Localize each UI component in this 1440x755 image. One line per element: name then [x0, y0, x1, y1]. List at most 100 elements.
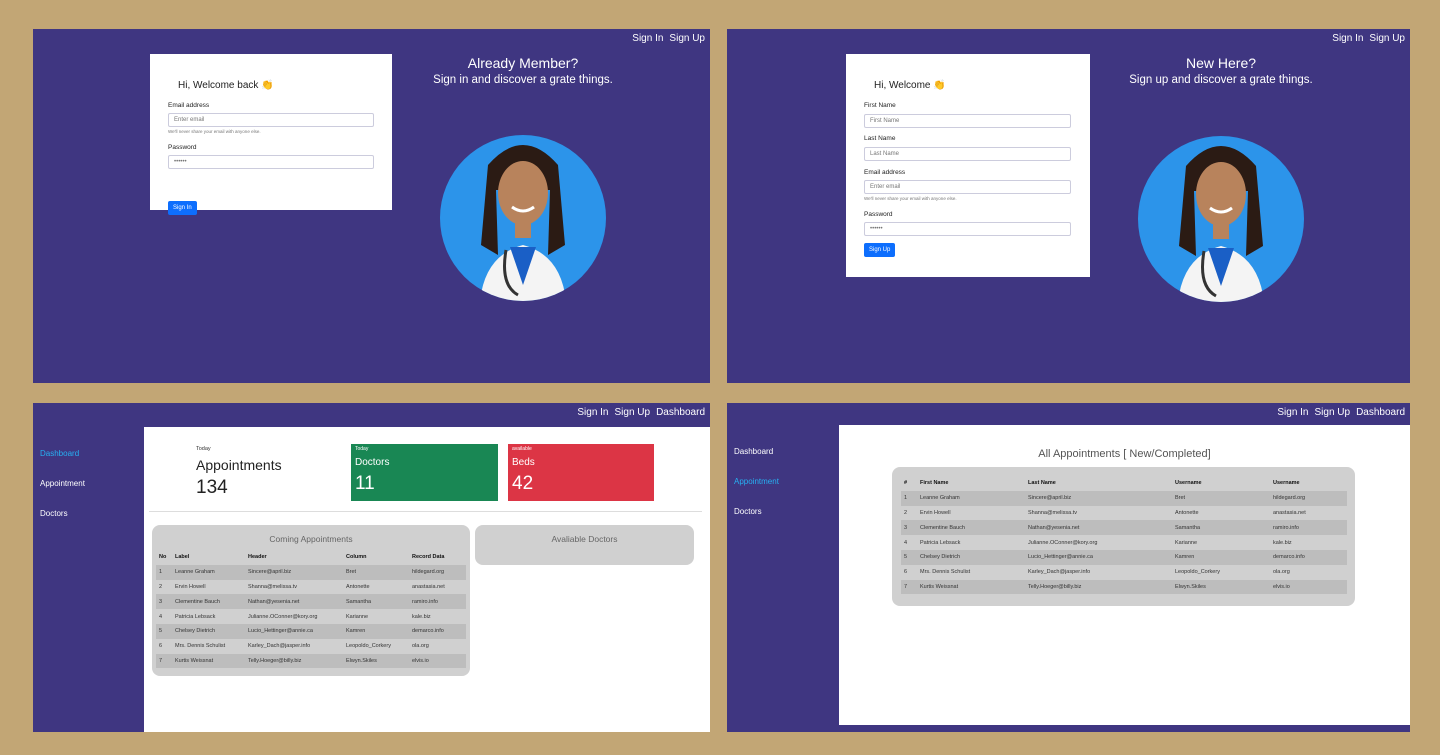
table-cell: ramiro.info: [1270, 520, 1347, 536]
table-cell: Sincere@april.biz: [1025, 490, 1172, 506]
nav-sign-in-link[interactable]: Sign In: [1277, 407, 1308, 418]
table-row[interactable]: 3 Clementine Bauch Nathan@yesenia.net Saman…: [156, 594, 466, 610]
table-cell: Kamren: [343, 623, 409, 639]
table-cell: Bret: [1172, 490, 1270, 506]
divider: [149, 511, 702, 512]
column-header: Last Name: [1028, 480, 1056, 487]
coming-appointments-table: No Label Header Column Record Data 1 Leanne G…: [156, 550, 466, 669]
nav-sign-up-link[interactable]: Sign Up: [1315, 407, 1351, 418]
table-cell: kale.biz: [412, 613, 431, 620]
doctors-count: 11: [355, 473, 375, 494]
coming-appointments-panel: Coming Appointments No Label Header Column R…: [152, 525, 470, 676]
sidebar-item-dashboard[interactable]: Dashboard: [734, 447, 773, 456]
email-field[interactable]: Enter email: [864, 180, 1071, 194]
table-cell: Julianne.OConner@kory.org: [248, 613, 318, 620]
nav-sign-up-link[interactable]: Sign Up: [1369, 33, 1405, 44]
table-row[interactable]: 2 Ervin Howell Shanna@melissa.tv Antonette a…: [901, 506, 1347, 521]
table-row[interactable]: 1 Leanne Graham Sincere@april.biz Bret hilde…: [156, 564, 466, 580]
sidebar: Dashboard Appointment Doctors: [727, 403, 837, 732]
sign-in-button[interactable]: Sign In: [168, 201, 197, 215]
appointments-table: # First Name Last Name Username Username 1 Le…: [901, 476, 1347, 595]
table-row[interactable]: 7 Kurtis Weissnat Telly.Hoeger@billy.biz El…: [156, 653, 466, 669]
nav-sign-in-link[interactable]: Sign In: [1332, 33, 1363, 44]
table-row[interactable]: 1 Leanne Graham Sincere@april.biz Bret hilde…: [901, 490, 1347, 506]
table-row[interactable]: 3 Clementine Bauch Nathan@yesenia.net Saman…: [901, 520, 1347, 536]
email-help-text: We'll never share your email with anyone…: [168, 129, 261, 134]
password-field[interactable]: ••••••: [864, 222, 1071, 236]
sidebar-item-dashboard[interactable]: Dashboard: [40, 449, 79, 458]
signin-hero: Already Member? Sign in and discover a g…: [393, 55, 653, 86]
column-header: Record Data: [412, 554, 445, 561]
password-field[interactable]: ••••••: [168, 155, 374, 169]
column-header: Username: [1175, 480, 1202, 487]
table-row[interactable]: 5 Chelsey Dietrich Lucio_Hettinger@annie.c…: [901, 549, 1347, 565]
available-doctors-panel: Avaliable Doctors: [475, 525, 694, 565]
table-cell: Samantha: [343, 594, 409, 610]
sidebar-item-appointment[interactable]: Appointment: [734, 477, 779, 486]
password-label: Password: [168, 144, 197, 151]
table-cell: 6: [904, 569, 908, 576]
nav-sign-up-link[interactable]: Sign Up: [669, 33, 705, 44]
last-name-label: Last Name: [864, 135, 896, 142]
table-cell: Antonette: [1175, 509, 1199, 516]
table-cell: Clementine Bauch: [917, 520, 1025, 536]
table-cell: 4: [159, 613, 163, 620]
table-cell: Bret: [343, 564, 409, 580]
column-header: Username: [1273, 480, 1300, 487]
table-row[interactable]: 2 Ervin Howell Shanna@melissa.tv Antonette a…: [156, 580, 466, 595]
beds-card: available Beds 42: [508, 444, 654, 501]
table-cell: 3: [156, 594, 172, 610]
table-cell: Ervin Howell: [175, 583, 206, 590]
table-cell: Mrs. Dennis Schulist: [175, 643, 226, 650]
sidebar: Dashboard Appointment Doctors: [33, 403, 143, 732]
nav-dashboard-link[interactable]: Dashboard: [1356, 407, 1405, 418]
table-cell: 1: [156, 564, 172, 580]
top-nav: Sign In Sign Up: [1332, 33, 1405, 44]
doctor-avatar: [440, 135, 606, 301]
sidebar-item-doctors[interactable]: Doctors: [40, 509, 68, 518]
table-cell: Samantha: [1172, 520, 1270, 536]
table-cell: elvis.io: [409, 653, 466, 669]
hero-subtitle: Sign up and discover a grate things.: [1129, 74, 1313, 86]
top-nav: Sign In Sign Up Dashboard: [1277, 407, 1405, 418]
table-cell: anastasia.net: [1273, 509, 1306, 516]
table-row[interactable]: 6 Mrs. Dennis Schulist Karley_Dach@jasper.…: [156, 639, 466, 654]
email-label: Email address: [864, 169, 906, 176]
table-cell: Leanne Graham: [172, 564, 245, 580]
table-row[interactable]: 5 Chelsey Dietrich Lucio_Hettinger@annie.c…: [156, 623, 466, 639]
column-header: #: [904, 480, 908, 487]
doctors-sub: Today: [355, 446, 369, 452]
top-nav: Sign In Sign Up: [632, 33, 705, 44]
dashboard-main: Today Appointments 134 Today Doctors 11 …: [144, 427, 710, 732]
signup-screen: Sign In Sign Up Hi, Welcome 👏 First Name…: [727, 29, 1410, 383]
table-row[interactable]: 7 Kurtis Weissnat Telly.Hoeger@billy.biz El…: [901, 579, 1347, 595]
column-header: Label: [175, 554, 190, 561]
sidebar-item-doctors[interactable]: Doctors: [734, 507, 762, 516]
table-cell: Karley_Dach@jasper.info: [248, 643, 311, 650]
table-row[interactable]: 6 Mrs. Dennis Schulist Karley_Dach@jasper.…: [901, 565, 1347, 580]
nav-sign-in-link[interactable]: Sign In: [577, 407, 608, 418]
table-row[interactable]: 4 Patricia Lebsack Julianne.OConner@kory.o…: [901, 535, 1347, 550]
doctors-card: Today Doctors 11: [351, 444, 498, 501]
table-cell: ola.org: [412, 643, 429, 650]
nav-dashboard-link[interactable]: Dashboard: [656, 407, 705, 418]
doctors-title: Doctors: [355, 457, 390, 468]
welcome-greeting: Hi, Welcome 👏: [874, 80, 946, 91]
table-cell: 2: [159, 583, 163, 590]
email-field[interactable]: Enter email: [168, 113, 374, 127]
password-label: Password: [864, 211, 893, 218]
first-name-field[interactable]: First Name: [864, 114, 1071, 128]
table-cell: hildegard.org: [1270, 490, 1347, 506]
sign-up-button[interactable]: Sign Up: [864, 243, 896, 257]
table-row[interactable]: 4 Patricia Lebsack Julianne.OConner@kory.o…: [156, 609, 466, 624]
column-header: Column: [346, 554, 367, 561]
nav-sign-up-link[interactable]: Sign Up: [615, 407, 651, 418]
appointments-main: All Appointments [ New/Completed] # First…: [839, 425, 1410, 725]
nav-sign-in-link[interactable]: Sign In: [632, 33, 663, 44]
column-header: Header: [248, 554, 267, 561]
sidebar-item-appointment[interactable]: Appointment: [40, 479, 85, 488]
table-cell: Chelsey Dietrich: [172, 623, 245, 639]
column-header: No: [159, 554, 167, 561]
table-cell: Nathan@yesenia.net: [1025, 520, 1172, 536]
last-name-field[interactable]: Last Name: [864, 147, 1071, 161]
